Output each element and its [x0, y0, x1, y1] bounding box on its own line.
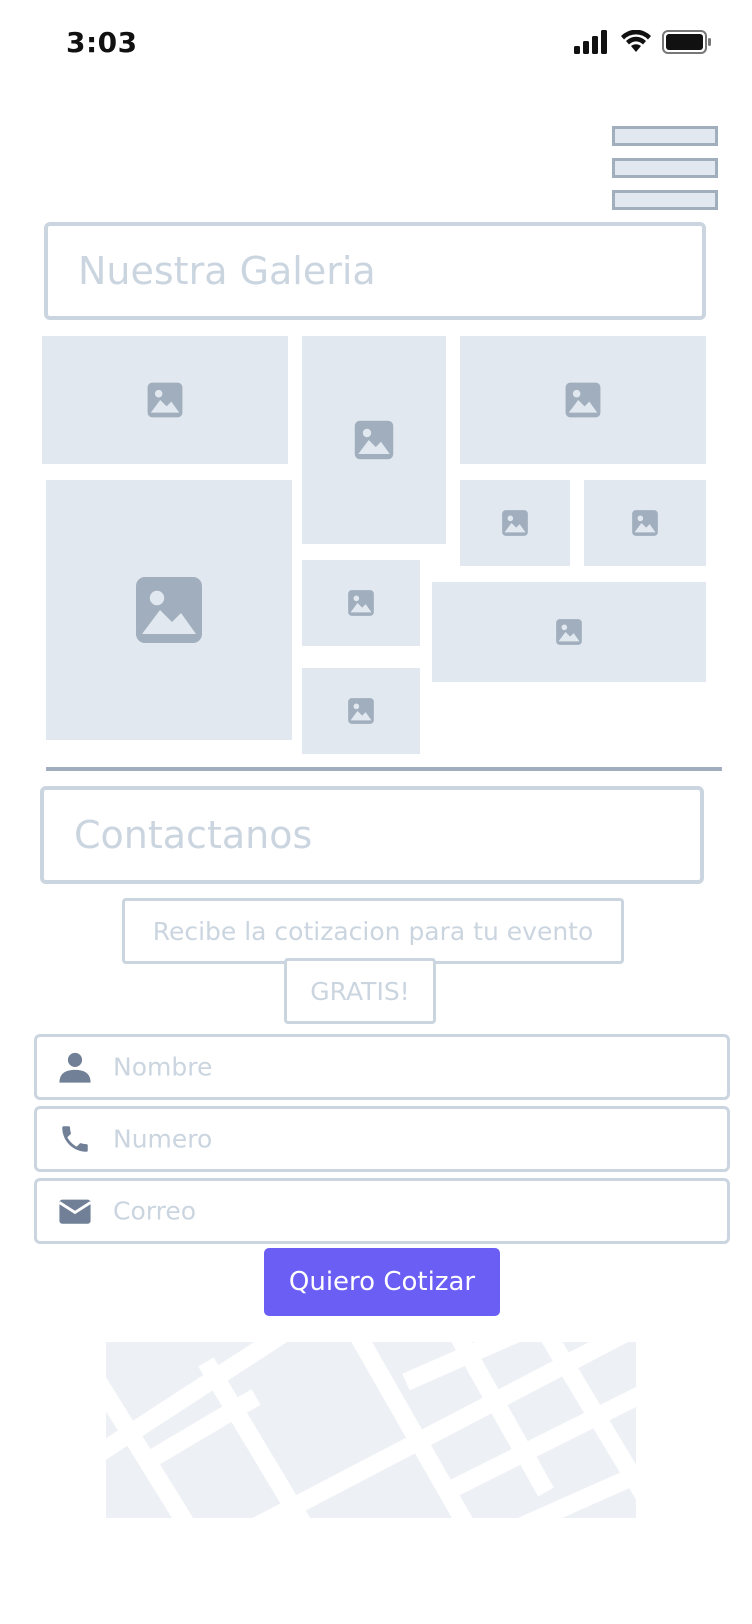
status-icons: [574, 30, 712, 54]
image-icon: [348, 590, 374, 616]
gallery-title-box: Nuestra Galeria: [44, 222, 706, 320]
contact-subtitle: Recibe la cotizacion para tu evento: [122, 898, 624, 964]
gallery-image-2[interactable]: [302, 336, 446, 544]
image-icon: [502, 510, 528, 536]
status-time: 3:03: [66, 26, 138, 59]
menu-line: [612, 158, 718, 178]
gallery-title: Nuestra Galeria: [78, 249, 376, 293]
menu-line: [612, 126, 718, 146]
image-icon: [632, 510, 658, 536]
mail-icon: [57, 1193, 93, 1229]
name-placeholder: Nombre: [113, 1052, 213, 1082]
gallery-image-4[interactable]: [46, 480, 292, 740]
menu-button[interactable]: [612, 126, 718, 210]
gallery-image-6[interactable]: [584, 480, 706, 566]
wifi-icon: [621, 30, 651, 52]
image-icon: [565, 382, 601, 418]
map-streets: [106, 1342, 636, 1518]
submit-button[interactable]: Quiero Cotizar: [264, 1248, 500, 1316]
phone-icon: [57, 1121, 93, 1157]
image-icon: [147, 382, 183, 418]
email-field[interactable]: Correo: [34, 1178, 730, 1244]
email-placeholder: Correo: [113, 1196, 196, 1226]
gallery-image-7[interactable]: [302, 560, 420, 646]
gallery-image-1[interactable]: [42, 336, 288, 464]
battery-icon: [662, 30, 711, 54]
image-icon: [354, 420, 394, 460]
name-field[interactable]: Nombre: [34, 1034, 730, 1100]
image-icon: [348, 698, 374, 724]
image-icon: [556, 619, 582, 645]
user-icon: [57, 1049, 93, 1085]
contact-title-box: Contactanos: [40, 786, 704, 884]
number-field[interactable]: Numero: [34, 1106, 730, 1172]
signal-icon: [574, 30, 607, 54]
free-badge: GRATIS!: [284, 958, 436, 1024]
gallery-image-3[interactable]: [460, 336, 706, 464]
number-placeholder: Numero: [113, 1124, 213, 1154]
map[interactable]: [106, 1342, 636, 1518]
image-icon: [136, 577, 202, 643]
contact-title: Contactanos: [74, 813, 313, 857]
gallery-image-5[interactable]: [460, 480, 570, 566]
menu-line: [612, 190, 718, 210]
gallery-image-8[interactable]: [432, 582, 706, 682]
section-divider: [46, 767, 722, 771]
gallery-image-9[interactable]: [302, 668, 420, 754]
